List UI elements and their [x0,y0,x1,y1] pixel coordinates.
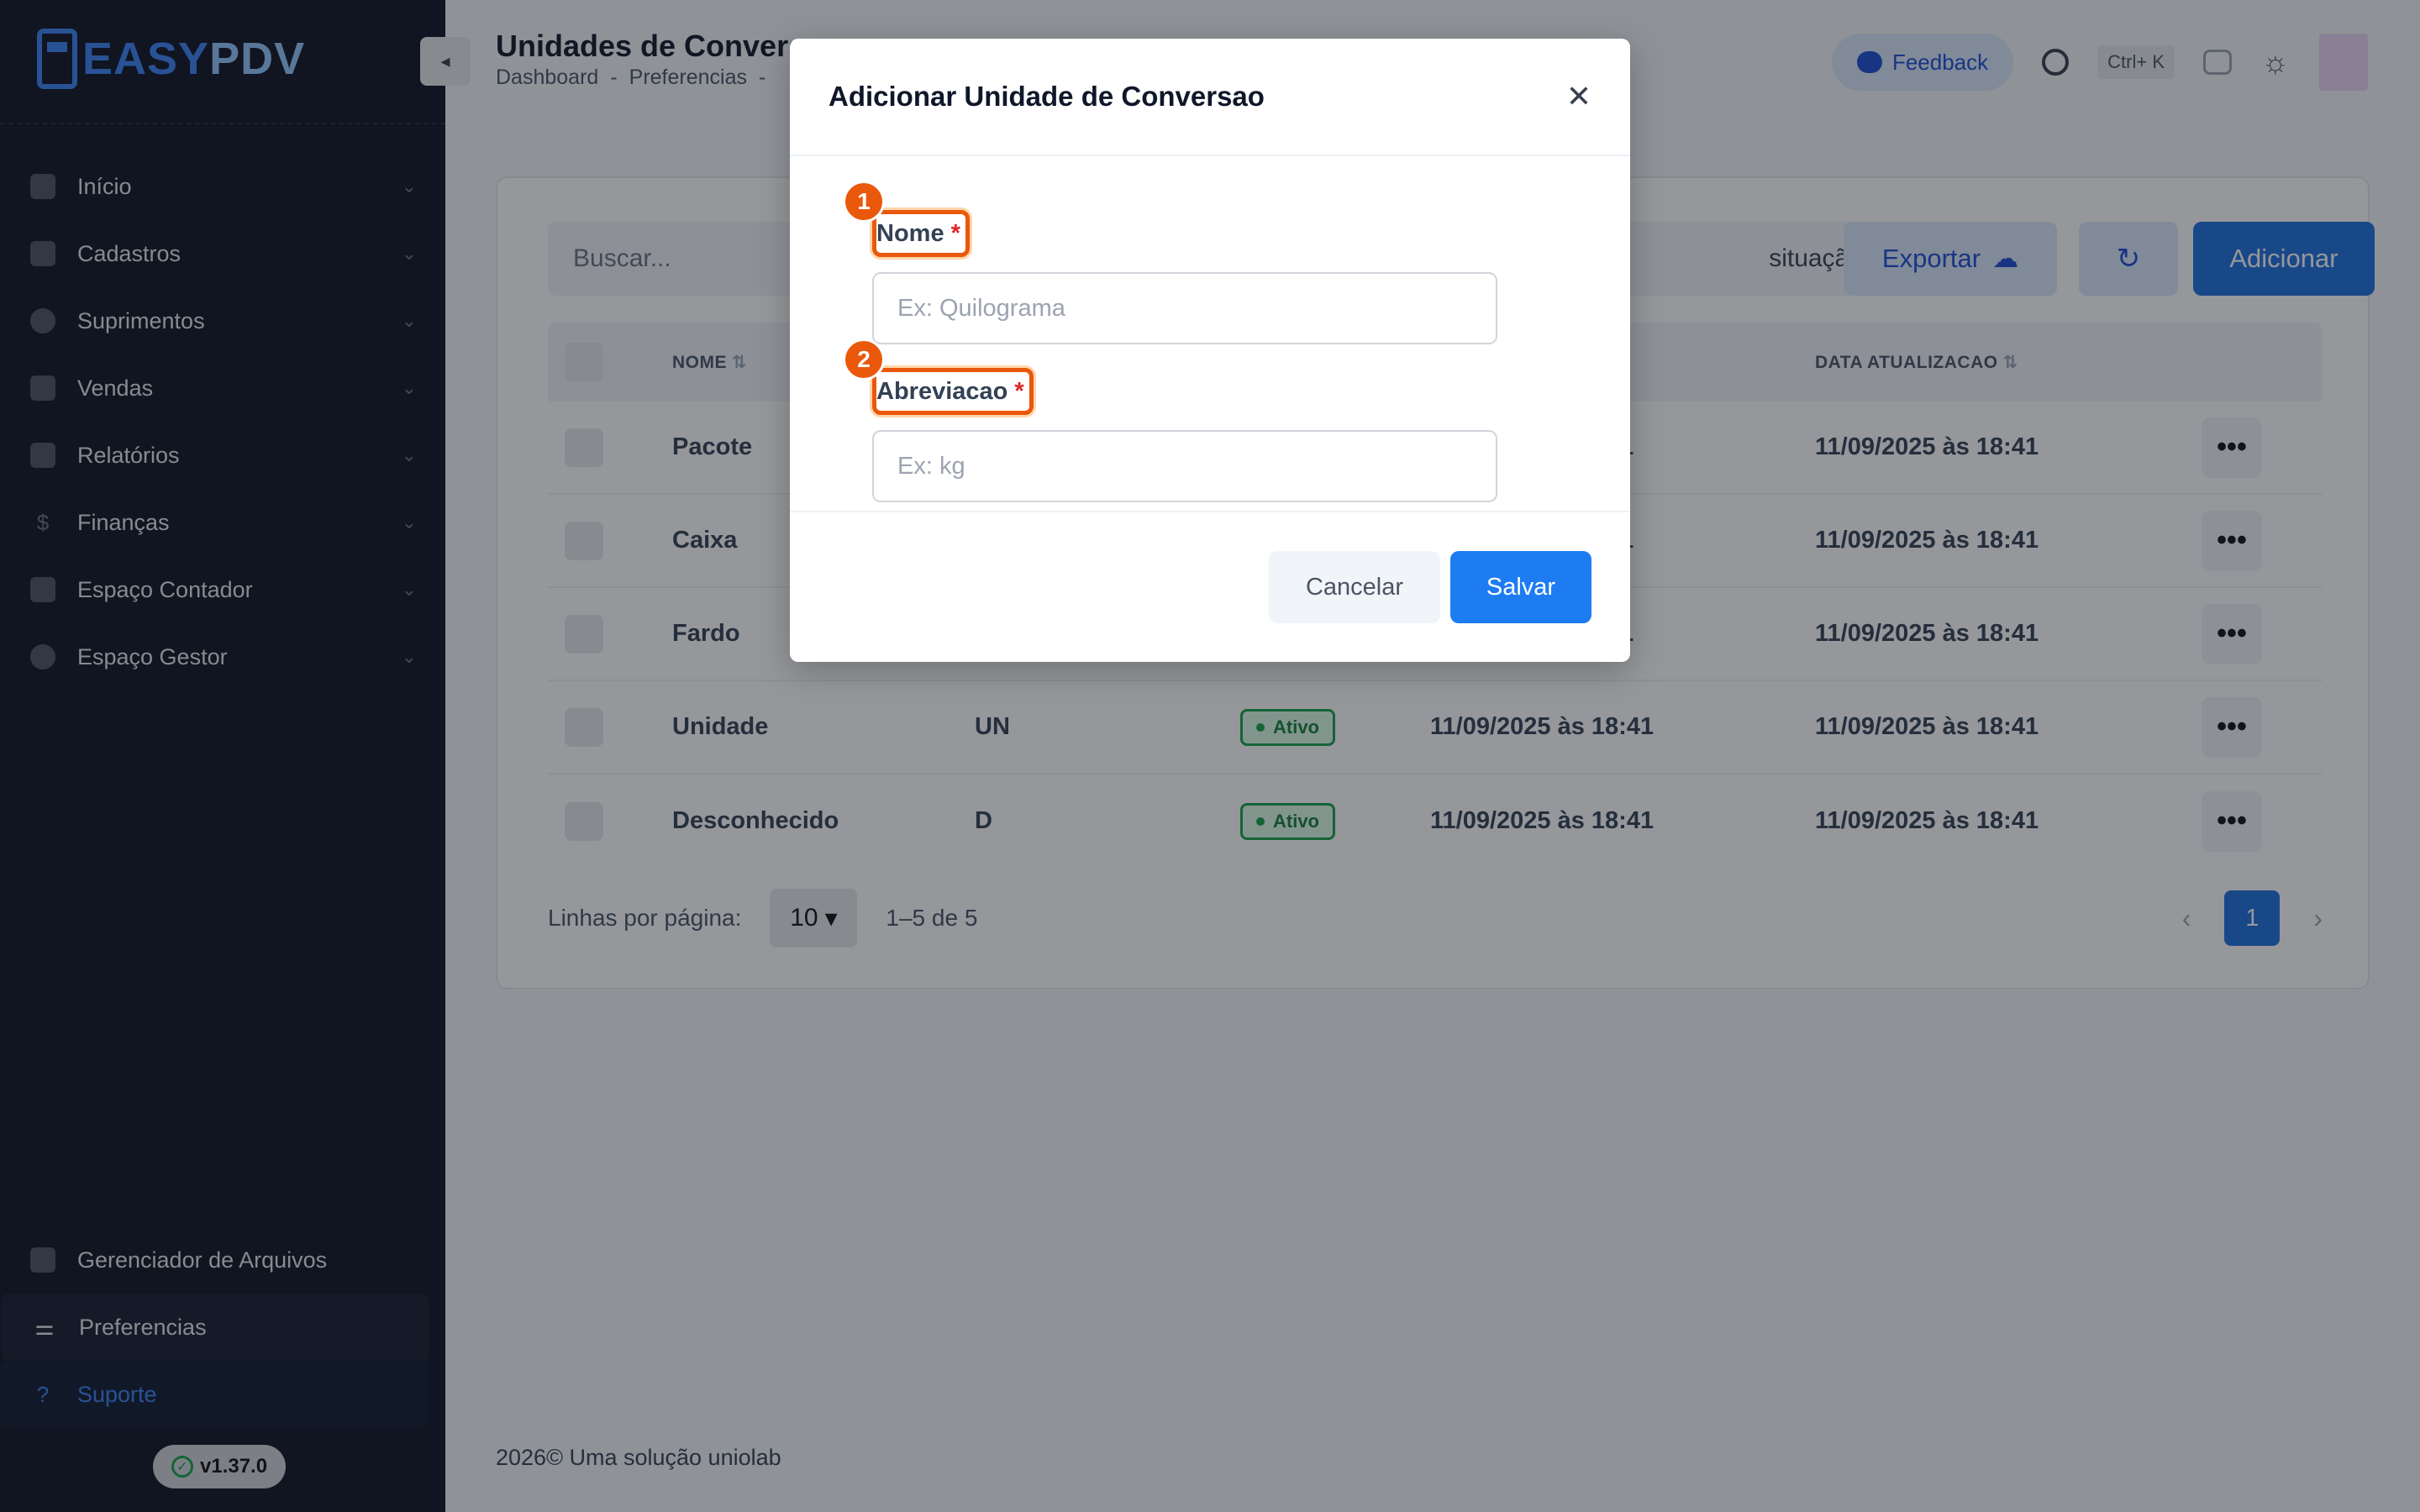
name-field: 1 Nome * [843,181,1497,344]
annotation-marker: 1 [843,181,885,223]
abbreviation-label-text: Abreviacao [876,377,1008,405]
annotation-marker: 2 [843,339,885,381]
name-label-text: Nome [876,219,944,247]
close-icon[interactable]: ✕ [1566,79,1591,114]
abbreviation-label: 2 Abreviacao * [843,339,1034,415]
required-asterisk: * [950,219,960,247]
modal-footer: Cancelar Salvar [790,511,1630,662]
abbreviation-field: 2 Abreviacao * [843,339,1497,502]
modal-title: Adicionar Unidade de Conversao [829,81,1265,112]
cancel-button[interactable]: Cancelar [1269,551,1440,623]
abbreviation-input[interactable] [872,430,1497,502]
name-input[interactable] [872,272,1497,344]
name-label: 1 Nome * [843,181,970,257]
save-button[interactable]: Salvar [1450,551,1591,623]
modal-header: Adicionar Unidade de Conversao ✕ [790,39,1630,156]
add-conversion-unit-dialog: Adicionar Unidade de Conversao ✕ 1 Nome … [790,39,1630,662]
required-asterisk: * [1014,377,1024,405]
